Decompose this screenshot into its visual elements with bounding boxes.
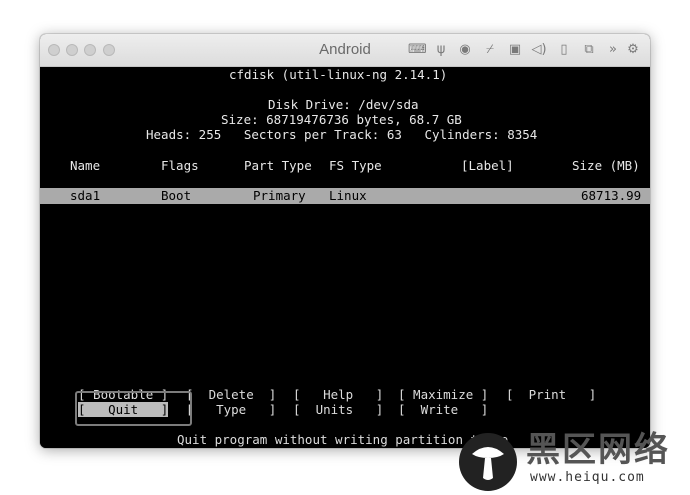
partition-name: sda1 [70,188,101,203]
audio-icon[interactable]: ◁) [530,40,548,60]
watermark-url: www.heiqu.com [530,470,645,485]
print-menu-item[interactable]: [ Print ] [506,387,596,402]
usb-icon[interactable]: ψ [432,40,450,60]
minimize-window-button[interactable] [66,44,78,56]
units-menu-item[interactable]: [ Units ] [293,402,383,417]
title-bar: Android ⌨ ψ ◉ ⌿ ▣ ◁) ▯ ⧉ » ⚙ [40,34,650,67]
window-title: Android [319,41,371,58]
program-title: cfdisk (util-linux-ng 2.14.1) [229,67,448,82]
emulator-window: Android ⌨ ψ ◉ ⌿ ▣ ◁) ▯ ⧉ » ⚙ cfdisk (uti… [40,34,650,448]
fullscreen-window-button[interactable] [103,44,115,56]
help-menu-item[interactable]: [ Help ] [293,387,383,402]
disk-size-label: Size: 68719476736 bytes, 68.7 GB [221,112,462,127]
column-header-fs-type: FS Type [329,158,382,173]
partition-fs-type: Linux [329,188,367,203]
shared-folder-icon[interactable]: ▣ [506,40,524,60]
more-icon[interactable]: » [604,40,622,60]
keyboard-icon[interactable]: ⌨ [408,40,427,60]
column-header-flags: Flags [161,158,199,173]
column-header-part-type: Part Type [244,158,312,173]
disc-icon[interactable]: ◉ [456,40,474,60]
network-icon[interactable]: ⌿ [481,40,499,60]
partition-type: Primary [253,188,306,203]
column-header-name: Name [70,158,101,173]
column-header-size: Size (MB) [572,158,640,173]
watermark-text: 黑区网络 [526,430,670,470]
close-window-button[interactable] [48,44,60,56]
column-header-label: [Label] [461,158,514,173]
delete-menu-item[interactable]: [ Delete ] [186,387,276,402]
settings-icon[interactable]: ⚙ [624,40,642,60]
disk-drive-label: Disk Drive: /dev/sda [268,97,419,112]
watermark-logo-icon [459,433,517,491]
maximize-menu-item[interactable]: [ Maximize ] [398,387,488,402]
terminal-screen[interactable]: cfdisk (util-linux-ng 2.14.1) Disk Drive… [40,67,650,448]
disk-geometry-label: Heads: 255 Sectors per Track: 63 Cylinde… [146,127,538,142]
partition-size: 68713.99 [581,188,642,203]
zoom-window-button[interactable] [84,44,96,56]
type-menu-item[interactable]: [ Type ] [186,402,276,417]
write-menu-item[interactable]: [ Write ] [398,402,488,417]
partition-flags: Boot [161,188,192,203]
partition-row[interactable]: sda1 Boot Primary Linux 68713.99 [40,188,650,204]
screenshot-icon[interactable]: ⧉ [580,40,598,60]
selection-highlight-box [75,391,192,426]
phone-icon[interactable]: ▯ [555,40,573,60]
